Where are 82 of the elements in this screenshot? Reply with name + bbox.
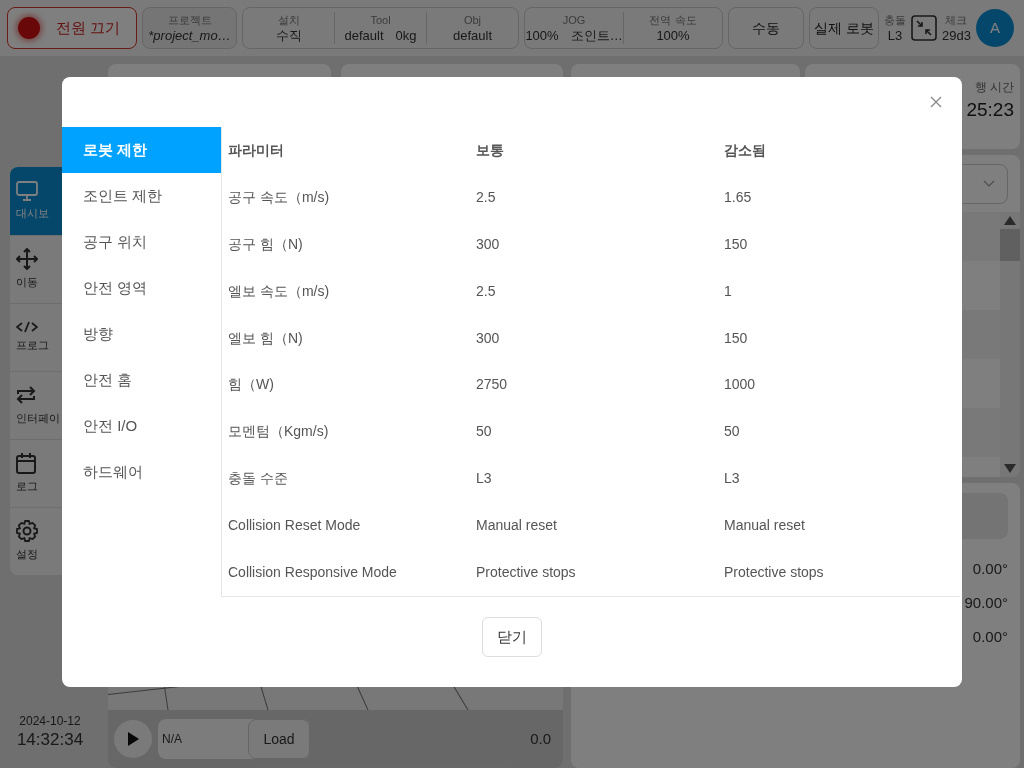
table-cell-text: Protective stops: [476, 563, 577, 583]
check-value: 29d3: [942, 28, 971, 44]
table-cell-text: 1: [724, 281, 732, 301]
scrollbar[interactable]: [1000, 212, 1020, 477]
table-cell-text: Protective stops: [724, 563, 824, 583]
arrow-up-icon: [1004, 216, 1016, 225]
table-cell-text: 공구 힘（N): [228, 234, 304, 254]
install-panel[interactable]: 설치 수직 Tool default 0kg Obj default: [242, 7, 519, 49]
field-value: 100%: [656, 28, 690, 44]
angle-value: 0.00°: [972, 559, 1008, 579]
field-value: 0kg: [395, 28, 417, 44]
table-cell-text: 1.65: [724, 187, 752, 207]
jog-panel[interactable]: JOG 100% 조인트… 전역 속도 100%: [524, 7, 723, 49]
runtime-value: 25:23: [966, 98, 1014, 122]
table-cell-text: 힘（W): [228, 375, 275, 395]
speed-value: 0.0: [530, 728, 551, 749]
monitor-icon: [16, 180, 38, 201]
table-cell-text: Collision Responsive Mode: [228, 563, 398, 583]
table-cell-text: 2750: [476, 375, 509, 395]
field-label: JOG: [562, 13, 586, 28]
project-box[interactable]: 프로젝트 *project_mo…: [142, 7, 237, 49]
field-label: Obj: [463, 13, 482, 28]
field-value: default: [344, 28, 384, 44]
scroll-thumb[interactable]: [1000, 229, 1020, 261]
collision-label: 충돌: [884, 13, 906, 28]
field-label: Tool: [370, 13, 391, 28]
time-text: 14:32:34: [16, 730, 84, 750]
field-value: 100%: [525, 28, 559, 44]
table-cell-text: 2.5: [476, 187, 497, 207]
table-cell-text: 150: [724, 234, 748, 254]
move-icon: [16, 248, 38, 271]
table-cell-text: 엘보 속도（m/s): [228, 281, 331, 301]
arrow-down-icon: [1004, 464, 1016, 473]
table-cell-text: Manual reset: [724, 516, 805, 536]
shrink-icon[interactable]: [911, 15, 937, 41]
field-value: 수직: [275, 28, 302, 44]
table-cell-text: 300: [476, 328, 501, 348]
power-button[interactable]: 전원 끄기: [7, 7, 137, 49]
robot-button[interactable]: 실제 로봇: [809, 7, 879, 49]
table-cell-text: L3: [476, 469, 493, 489]
load-button[interactable]: Load: [248, 719, 310, 759]
column-header: 보통: [476, 140, 505, 160]
program-field[interactable]: N/A Load: [158, 719, 310, 759]
table-cell-text: 300: [476, 234, 501, 254]
field-value: 조인트…: [570, 28, 623, 44]
dialog-tab[interactable]: 로봇 제한: [62, 127, 221, 173]
table-cell-text: 공구 속도（m/s): [228, 187, 331, 207]
field-label: 설치: [277, 13, 300, 28]
table-cell-text: 50: [476, 422, 493, 442]
table-cell-text: 150: [724, 328, 748, 348]
collision-value: L3: [887, 28, 903, 44]
close-icon[interactable]: [930, 96, 942, 108]
code-icon: [16, 321, 38, 334]
mode-button[interactable]: 수동: [728, 7, 804, 49]
avatar[interactable]: A: [975, 9, 1014, 47]
angle-value: 0.00°: [972, 627, 1008, 647]
table-cell-text: 엘보 힘（N): [228, 328, 304, 348]
power-icon: [18, 17, 40, 39]
table-cell-text: 50: [724, 422, 740, 442]
table-cell-text: L3: [724, 469, 740, 489]
table-cell-text: 충돌 수준: [228, 469, 289, 489]
close-button[interactable]: 닫기: [482, 617, 542, 657]
runtime-label: 행 시간: [974, 79, 1014, 96]
play-icon: [127, 732, 139, 746]
table-cell-text: Manual reset: [476, 516, 558, 536]
chevron-down-icon: [983, 180, 995, 187]
column-header: 감소됨: [724, 140, 766, 160]
table-cell-text: 1000: [724, 375, 756, 395]
date-text: 2024-10-12: [19, 713, 81, 730]
project-name: *project_mo…: [148, 28, 231, 44]
gear-icon: [16, 520, 38, 543]
calendar-icon: [16, 452, 36, 475]
column-header: 파라미터: [228, 140, 285, 160]
play-button[interactable]: [114, 720, 152, 758]
field-label: 전역 속도: [649, 13, 697, 28]
project-label: 프로젝트: [167, 13, 212, 28]
table-cell-text: Collision Reset Mode: [228, 516, 362, 536]
table-cell-text: 2.5: [476, 281, 497, 301]
program-name: N/A: [162, 731, 183, 748]
field-value: default: [452, 28, 492, 44]
angle-value: 90.00°: [964, 593, 1008, 613]
table-cell-text: 모멘텀（Kgm/s): [228, 422, 330, 442]
